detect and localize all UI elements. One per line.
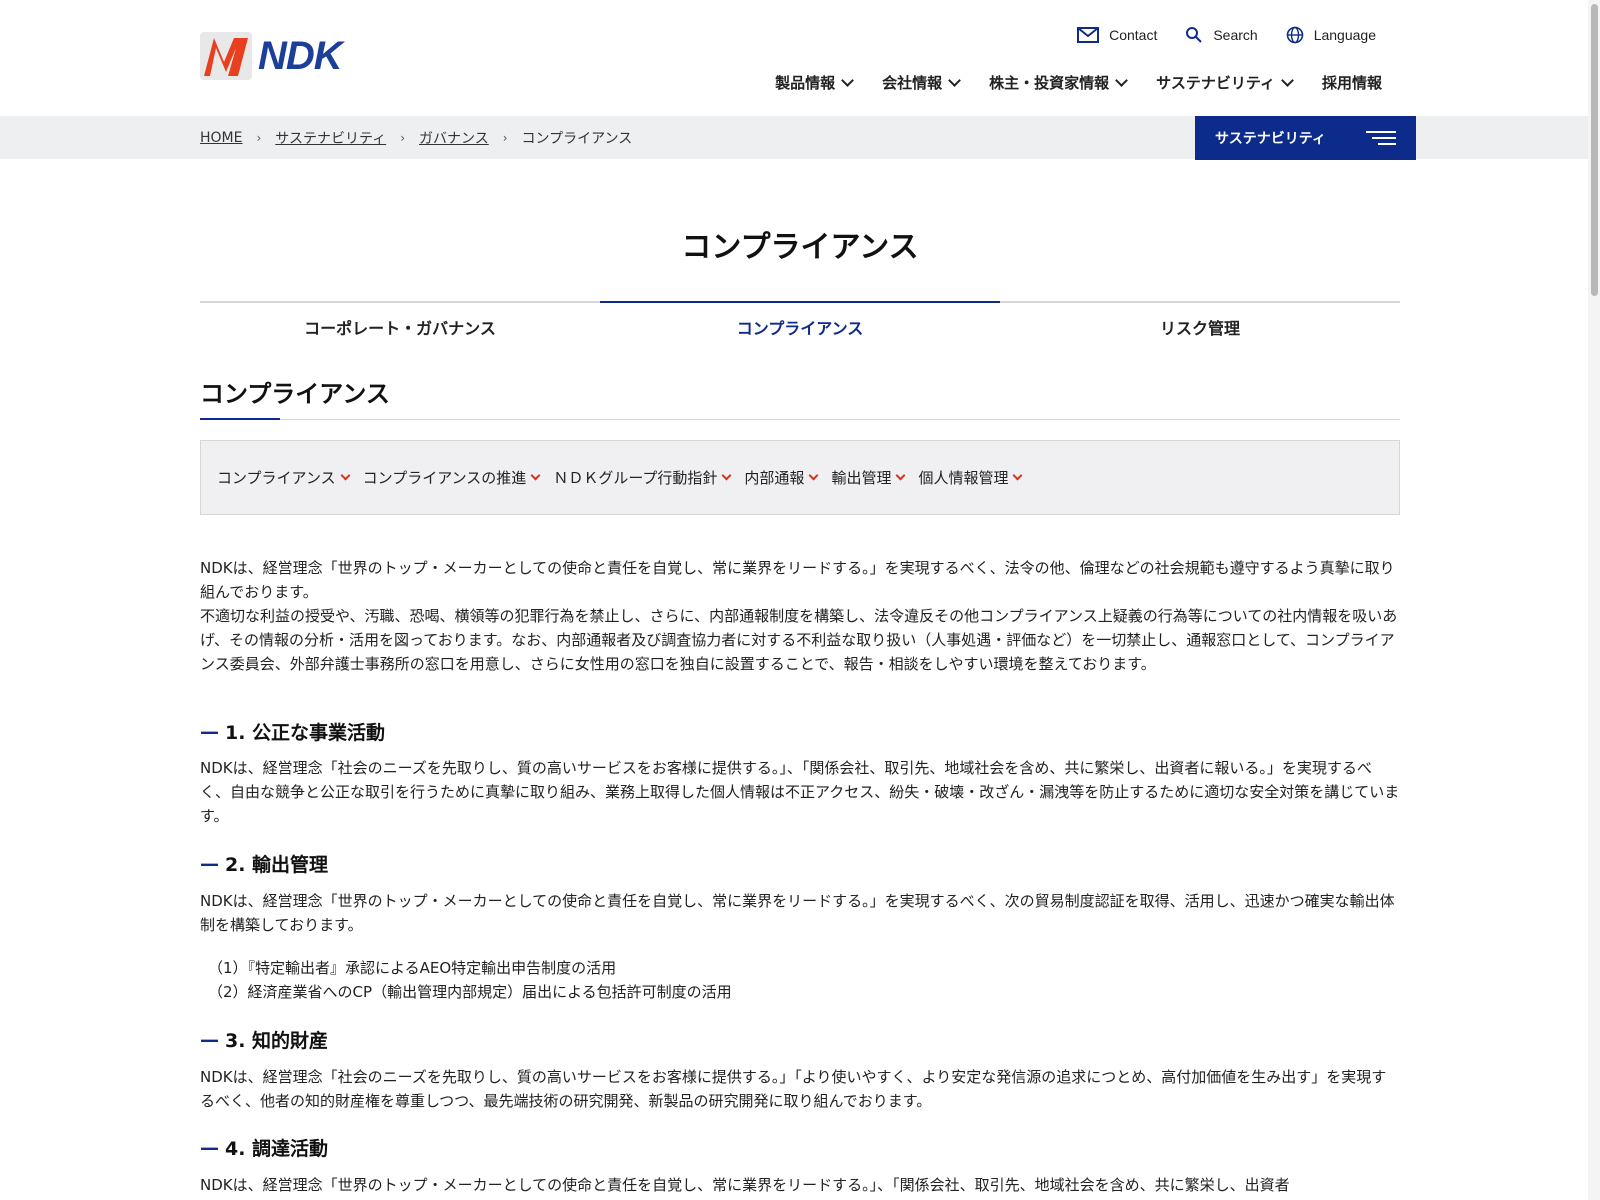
nav-sustainability[interactable]: サステナビリティ <box>1156 72 1294 93</box>
chevron-down-icon <box>1281 73 1294 87</box>
section-title: 2. 輸出管理 <box>225 854 329 876</box>
breadcrumb-home[interactable]: HOME <box>200 130 242 146</box>
chevron-right-icon: › <box>502 131 508 145</box>
section-body: NDKは、経営理念「世界のトップ・メーカーとしての使命と責任を自覚し、常に業界を… <box>200 1173 1400 1197</box>
chevron-down-icon <box>530 470 541 481</box>
heading-dash: — <box>200 1028 219 1051</box>
section-paragraph: NDKは、経営理念「世界のトップ・メーカーとしての使命と責任を自覚し、常に業界を… <box>200 892 1395 934</box>
chevron-right-icon: › <box>256 131 262 145</box>
ndk-logo[interactable]: NDK <box>200 32 343 80</box>
chevron-down-icon <box>896 470 906 481</box>
section-title: 1. 公正な事業活動 <box>225 722 386 744</box>
anchor-label: ＮＤＫグループ行動指針 <box>553 469 718 487</box>
anchor-export-control[interactable]: 輸出管理 <box>831 467 906 488</box>
mail-icon <box>1077 27 1100 43</box>
language-label: Language <box>1313 27 1376 43</box>
chevron-down-icon <box>1115 73 1129 87</box>
section-paragraph: NDKは、経営理念「世界のトップ・メーカーとしての使命と責任を自覚し、常に業界を… <box>200 1176 1290 1194</box>
chevron-down-icon <box>1013 470 1023 481</box>
contact-label: Contact <box>1109 27 1158 43</box>
nav-recruit[interactable]: 採用情報 <box>1322 72 1382 93</box>
intro-paragraph: NDKは、経営理念「世界のトップ・メーカーとしての使命と責任を自覚し、常に業界を… <box>200 559 1395 601</box>
intro-paragraph: 不適切な利益の授受や、汚職、恐喝、横領等の犯罪行為を禁止し、さらに、内部通報制度… <box>200 607 1398 673</box>
section-title: 3. 知的財産 <box>225 1030 329 1052</box>
section-body: NDKは、経営理念「世界のトップ・メーカーとしての使命と責任を自覚し、常に業界を… <box>200 889 1400 937</box>
nav-company[interactable]: 会社情報 <box>882 72 962 93</box>
scrollbar-thumb[interactable] <box>1591 4 1598 296</box>
language-link[interactable]: Language <box>1286 26 1376 44</box>
breadcrumb: HOME › サステナビリティ › ガバナンス › コンプライアンス <box>200 128 632 148</box>
global-nav: 製品情報 会社情報 株主・投資家情報 サステナビリティ 採用情報 <box>775 72 1382 93</box>
chevron-down-icon <box>808 470 819 481</box>
section-title: 4. 調達活動 <box>225 1138 329 1160</box>
anchor-label: 輸出管理 <box>831 469 892 487</box>
nav-investors[interactable]: 株主・投資家情報 <box>989 72 1129 93</box>
section-paragraph: NDKは、経営理念「社会のニーズを先取りし、質の高いサービスをお客様に提供する。… <box>200 759 1400 825</box>
intro-text: NDKは、経営理念「世界のトップ・メーカーとしての使命と責任を自覚し、常に業界を… <box>200 556 1400 676</box>
anchor-code-of-conduct[interactable]: ＮＤＫグループ行動指針 <box>553 467 732 488</box>
heading-dash: — <box>200 852 219 875</box>
chevron-down-icon <box>841 73 855 87</box>
heading-dash: — <box>200 720 219 743</box>
search-label: Search <box>1213 27 1258 43</box>
ndk-logo-text: NDK <box>258 33 343 78</box>
anchor-label: コンプライアンスの推進 <box>362 469 527 487</box>
section-heading-procurement: — 4. 調達活動 <box>200 1134 328 1161</box>
section-heading-ip: — 3. 知的財産 <box>200 1026 328 1053</box>
breadcrumb-sustainability[interactable]: サステナビリティ <box>275 128 386 148</box>
anchor-label: 内部通報 <box>744 469 805 487</box>
tab-corporate-governance[interactable]: コーポレート・ガバナンス <box>200 303 600 351</box>
section-heading: コンプライアンス <box>200 374 1400 420</box>
chevron-right-icon: › <box>400 131 405 145</box>
section-heading-fair-business: — 1. 公正な事業活動 <box>200 718 385 745</box>
chevron-down-icon <box>340 470 351 481</box>
nav-company-label: 会社情報 <box>882 74 943 92</box>
utility-nav: Contact Search Language <box>1077 26 1376 44</box>
chevron-down-icon <box>948 73 962 87</box>
chevron-down-icon <box>721 470 732 481</box>
ndk-logo-mark-icon <box>200 32 252 80</box>
anchor-nav: コンプライアンス コンプライアンスの推進 ＮＤＫグループ行動指針 内部通報 輸出… <box>200 440 1400 515</box>
anchor-promotion[interactable]: コンプライアンスの推進 <box>362 467 541 488</box>
nav-products-label: 製品情報 <box>775 74 836 92</box>
page-scrollbar[interactable] <box>1588 0 1600 1200</box>
heading-dash: — <box>200 1136 219 1159</box>
nav-sustainability-label: サステナビリティ <box>1156 74 1275 92</box>
menu-icon <box>1366 127 1396 149</box>
breadcrumb-current: コンプライアンス <box>521 131 633 147</box>
nav-products[interactable]: 製品情報 <box>775 72 855 93</box>
globe-icon <box>1286 26 1304 44</box>
tab-risk-management[interactable]: リスク管理 <box>1000 303 1400 351</box>
anchor-privacy[interactable]: 個人情報管理 <box>918 467 1023 488</box>
list-item: （1）『特定輸出者』承認によるAEO特定輸出申告制度の活用 <box>208 959 617 977</box>
section-body: NDKは、経営理念「社会のニーズを先取りし、質の高いサービスをお客様に提供する。… <box>200 1065 1400 1113</box>
nav-recruit-label: 採用情報 <box>1321 74 1382 92</box>
contact-link[interactable]: Contact <box>1077 26 1157 44</box>
page-title: コンプライアンス <box>681 230 919 265</box>
search-link[interactable]: Search <box>1185 26 1258 44</box>
anchor-label: コンプライアンス <box>217 469 336 487</box>
export-list: （1）『特定輸出者』承認によるAEO特定輸出申告制度の活用 （2）経済産業省への… <box>208 956 732 1004</box>
section-heading-export-control: — 2. 輸出管理 <box>200 850 328 877</box>
section-body: NDKは、経営理念「社会のニーズを先取りし、質の高いサービスをお客様に提供する。… <box>200 756 1400 828</box>
sustainability-menu-label: サステナビリティ <box>1215 131 1326 147</box>
search-icon <box>1186 27 1203 43</box>
anchor-whistleblowing[interactable]: 内部通報 <box>744 467 819 488</box>
section-paragraph: NDKは、経営理念「社会のニーズを先取りし、質の高いサービスをお客様に提供する。… <box>200 1068 1387 1110</box>
tab-compliance[interactable]: コンプライアンス <box>600 301 1000 351</box>
sustainability-menu-button[interactable]: サステナビリティ <box>1195 116 1416 160</box>
anchor-label: 個人情報管理 <box>918 469 1009 487</box>
anchor-compliance[interactable]: コンプライアンス <box>217 467 351 488</box>
governance-tabs: コーポレート・ガバナンス コンプライアンス リスク管理 <box>200 301 1400 351</box>
list-item: （2）経済産業省へのCP（輸出管理内部規定）届出による包括許可制度の活用 <box>208 983 732 1001</box>
breadcrumb-governance[interactable]: ガバナンス <box>419 128 489 148</box>
nav-investors-label: 株主・投資家情報 <box>989 74 1110 92</box>
